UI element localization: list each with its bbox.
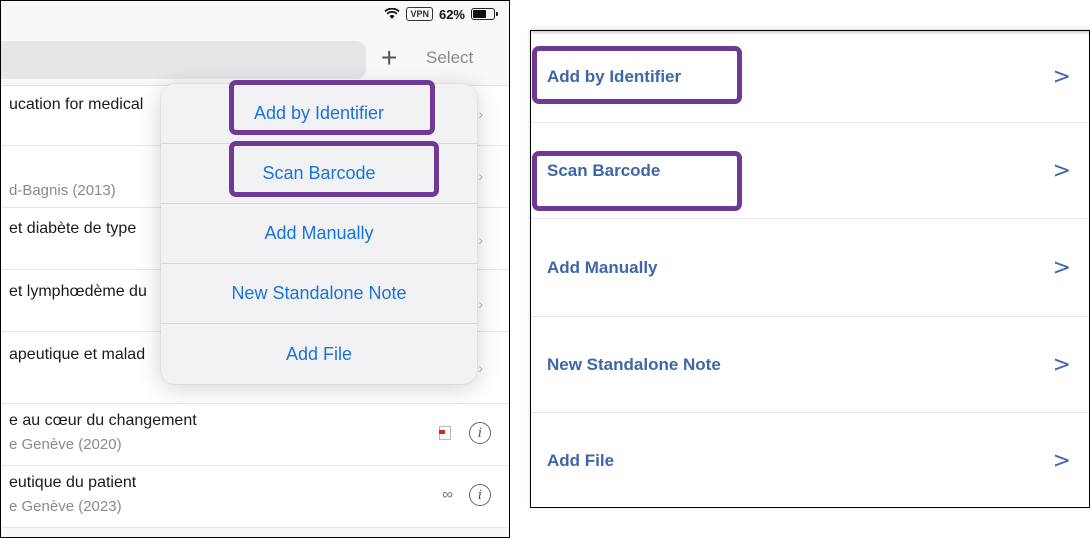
chevron-right-icon: › — [478, 232, 483, 248]
wifi-icon — [384, 8, 401, 19]
battery-percent: 62% — [438, 6, 465, 22]
chevron-right-icon: › — [478, 296, 483, 312]
menu-row-add-file[interactable]: Add File > — [531, 413, 1089, 507]
vpn-badge: VPN — [406, 7, 433, 21]
item-title: et diabète de type — [9, 220, 137, 237]
list-item[interactable]: eutique du patient e Genève (2023) ∞ i — [1, 466, 509, 528]
menu-label: Scan Barcode — [547, 160, 661, 180]
link-attachment-icon[interactable]: ∞ — [442, 486, 453, 503]
select-button[interactable]: Select — [426, 48, 473, 68]
menu-row-new-standalone-note[interactable]: New Standalone Note > — [531, 317, 1089, 413]
chevron-right-icon: > — [1052, 352, 1071, 377]
chevron-right-icon: > — [1052, 64, 1071, 89]
info-icon[interactable]: i — [469, 422, 491, 444]
item-subtitle: e Genève (2020) — [9, 436, 122, 453]
info-icon[interactable]: i — [469, 484, 491, 506]
add-button[interactable]: + — [381, 43, 397, 73]
menu-label: New Standalone Note — [547, 354, 721, 374]
item-subtitle: e Genève (2023) — [9, 498, 122, 515]
add-manually-item[interactable]: Add Manually — [161, 204, 477, 264]
android-menu-panel: Add by Identifier > Scan Barcode > Add M… — [530, 30, 1090, 508]
new-standalone-note-item[interactable]: New Standalone Note — [161, 264, 477, 324]
item-subtitle: d-Bagnis (2013) — [9, 182, 116, 199]
add-menu-popover: Add by Identifier Scan Barcode Add Manua… — [161, 84, 477, 384]
item-title: eutique du patient — [9, 474, 137, 491]
menu-row-scan-barcode[interactable]: Scan Barcode > — [531, 123, 1089, 219]
chevron-right-icon: › — [478, 106, 483, 122]
item-title: ucation for medical — [9, 96, 144, 113]
scan-barcode-item[interactable]: Scan Barcode — [161, 144, 477, 204]
list-item[interactable]: e au cœur du changement e Genève (2020) … — [1, 404, 509, 466]
status-bar: VPN 62% — [384, 3, 498, 25]
item-title: e au cœur du changement — [9, 412, 197, 429]
item-title: apeutique et malad — [9, 346, 146, 363]
item-title: et lymphœdème du — [9, 283, 147, 300]
chevron-right-icon: > — [1052, 158, 1071, 183]
menu-label: Add Manually — [547, 257, 658, 277]
chevron-right-icon: > — [1052, 255, 1071, 280]
chevron-right-icon: › — [478, 360, 483, 376]
pdf-attachment-icon[interactable] — [439, 426, 451, 440]
search-bar[interactable] — [1, 41, 366, 79]
add-file-item[interactable]: Add File — [161, 324, 477, 384]
menu-row-add-manually[interactable]: Add Manually > — [531, 219, 1089, 317]
menu-row-add-by-identifier[interactable]: Add by Identifier > — [531, 31, 1089, 123]
battery-icon — [471, 8, 498, 20]
chevron-right-icon: > — [1052, 448, 1071, 473]
add-by-identifier-item[interactable]: Add by Identifier — [161, 84, 477, 144]
ipad-screenshot-panel: VPN 62% + Select ucation for medical › d… — [0, 0, 510, 538]
menu-label: Add File — [547, 450, 615, 470]
menu-label: Add by Identifier — [547, 66, 682, 86]
chevron-right-icon: › — [478, 168, 483, 184]
